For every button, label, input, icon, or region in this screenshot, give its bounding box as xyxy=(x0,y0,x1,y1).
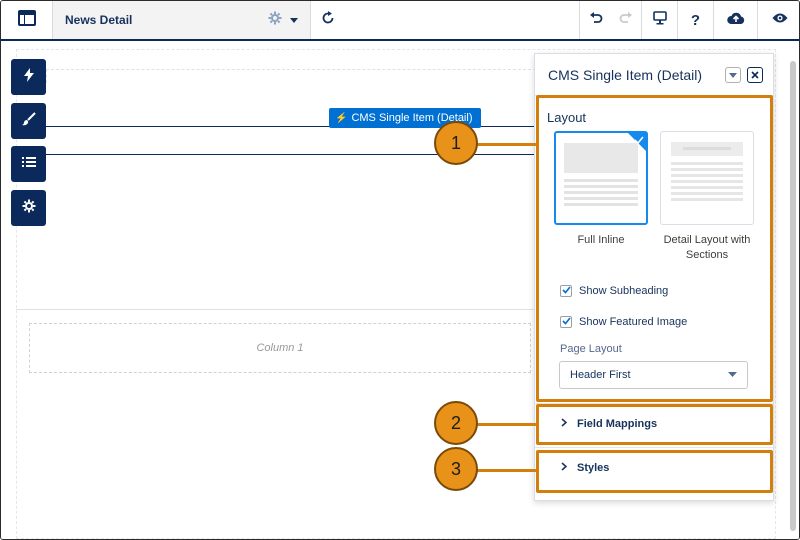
panel-menu-button[interactable] xyxy=(725,66,741,84)
app-frame: News Detail ? ⚡ CMS Single Item (Detail)… xyxy=(0,0,800,540)
help-button[interactable]: ? xyxy=(677,1,713,39)
help-icon: ? xyxy=(690,11,701,29)
gear-icon[interactable] xyxy=(268,11,282,30)
preview-eye-icon xyxy=(772,11,788,29)
settings-tab-button[interactable] xyxy=(11,190,46,226)
lightning-icon: ⚡ xyxy=(335,112,348,124)
layout-icon xyxy=(17,9,37,32)
lightning-icon xyxy=(23,67,34,87)
desktop-icon xyxy=(652,10,667,30)
list-icon xyxy=(21,155,36,173)
undo-icon xyxy=(589,11,603,30)
panel-divider xyxy=(535,447,773,448)
column-label: Column 1 xyxy=(256,342,304,354)
gear-icon xyxy=(22,199,36,218)
callout-connector xyxy=(475,423,537,426)
refresh-button[interactable] xyxy=(311,1,345,39)
refresh-icon xyxy=(321,10,335,30)
top-toolbar: News Detail ? xyxy=(1,1,799,41)
caret-down-icon xyxy=(729,66,737,84)
publish-cloud-icon xyxy=(726,11,745,30)
page-title: News Detail xyxy=(65,13,133,27)
callout-badge: 1 xyxy=(434,121,478,165)
panel-title: CMS Single Item (Detail) xyxy=(548,66,703,83)
redo-icon xyxy=(619,11,633,30)
callout-connector xyxy=(475,143,537,146)
callout-connector xyxy=(475,469,537,472)
publish-button[interactable] xyxy=(713,1,757,39)
brush-icon xyxy=(21,111,36,131)
panel-close-button[interactable] xyxy=(747,66,763,84)
toolbar-right-group: ? xyxy=(579,1,799,39)
styles-highlight-box xyxy=(536,450,773,493)
device-preview-button[interactable] xyxy=(641,1,677,39)
redo-button[interactable] xyxy=(611,1,641,39)
page-selector[interactable]: News Detail xyxy=(53,1,311,39)
column-1-dropzone[interactable]: Column 1 xyxy=(29,323,531,373)
components-tab-button[interactable] xyxy=(11,59,46,95)
callout-badge: 2 xyxy=(434,401,478,445)
canvas-scrollbar[interactable] xyxy=(790,61,796,531)
section-divider xyxy=(16,309,536,310)
callout-badge: 3 xyxy=(434,447,478,491)
layout-highlight-box xyxy=(536,95,773,402)
theme-tab-button[interactable] xyxy=(11,103,46,139)
page-structure-tab-button[interactable] xyxy=(11,146,46,182)
close-icon xyxy=(751,66,759,84)
undo-button[interactable] xyxy=(579,1,611,39)
panel-header: CMS Single Item (Detail) xyxy=(535,54,773,96)
header-region xyxy=(46,69,536,83)
caret-down-icon[interactable] xyxy=(290,11,298,29)
field-mappings-highlight-box xyxy=(536,404,773,445)
components-panel-button[interactable] xyxy=(1,1,53,39)
preview-button[interactable] xyxy=(757,1,799,39)
